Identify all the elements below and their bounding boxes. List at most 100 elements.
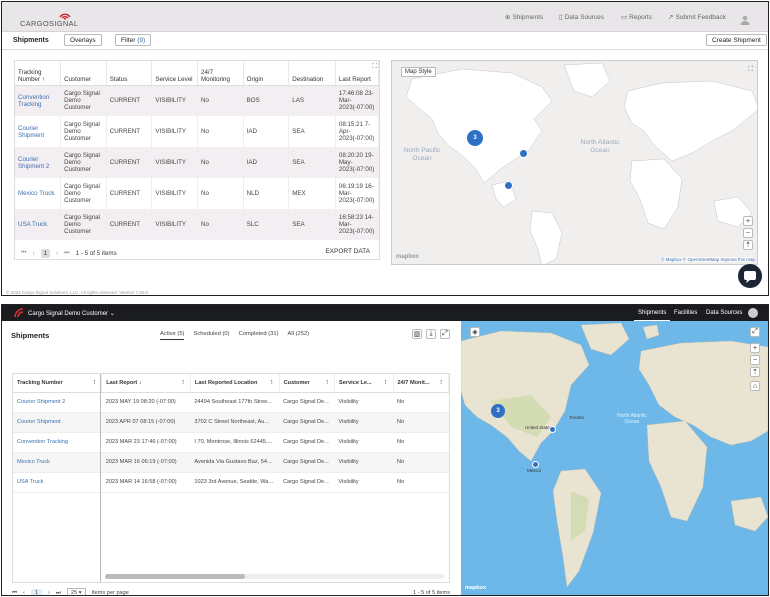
user-avatar[interactable]: [748, 308, 758, 318]
map-style-button[interactable]: Map Style: [401, 67, 436, 77]
tracking-number-link[interactable]: Convention Tracking: [13, 432, 102, 453]
layers-icon[interactable]: ◈: [470, 327, 480, 337]
col-last-report[interactable]: Last Report ↓ ⋮: [101, 374, 191, 393]
next-page-icon[interactable]: ›: [56, 250, 58, 257]
first-page-icon[interactable]: ⏮: [12, 590, 17, 596]
col-tracking-number[interactable]: Tracking Number ⋮: [13, 374, 103, 393]
column-menu-icon[interactable]: ⋮: [383, 380, 389, 386]
tab-scheduled[interactable]: Scheduled (0): [193, 331, 229, 340]
column-menu-icon[interactable]: ⋮: [180, 380, 186, 386]
tracking-number-link[interactable]: USA Truck: [13, 472, 102, 493]
zoom-out-button[interactable]: −: [750, 355, 760, 365]
page-size-select[interactable]: 25 ▾: [66, 588, 86, 595]
tab-all[interactable]: All (252): [288, 331, 310, 340]
compass-icon[interactable]: ⇡: [750, 367, 760, 377]
table-row[interactable]: Convention Tracking 2023 MAR 23 17:46 (-0…: [13, 432, 449, 453]
tracking-number-link[interactable]: Courier Shipment 2: [13, 392, 102, 413]
table-row[interactable]: Mexico Truck Cargo Signal Demo Customer CU…: [15, 178, 379, 209]
tracking-number-link[interactable]: Mexico Truck: [15, 178, 62, 209]
column-menu-icon[interactable]: ⋮: [438, 380, 444, 386]
tracking-number-link[interactable]: Convention Tracking: [15, 85, 62, 116]
overlays-button[interactable]: Overlays: [64, 34, 102, 46]
zoom-in-button[interactable]: +: [743, 216, 753, 226]
tracking-number-link[interactable]: Courier Shipment 2: [15, 147, 62, 178]
filter-button[interactable]: Filter (9): [115, 34, 152, 46]
col-status[interactable]: Status: [106, 61, 153, 86]
sort-arrow-icon[interactable]: ↓: [139, 380, 142, 386]
tracking-number-link[interactable]: Courier Shipment: [15, 116, 62, 147]
first-page-icon[interactable]: ⏮: [21, 249, 27, 257]
mapbox-logo: mapbox: [396, 254, 420, 260]
cargosignal-logo[interactable]: CARGOSIGNAL: [20, 11, 90, 29]
column-menu-icon[interactable]: ⋮: [269, 380, 275, 386]
nav-facilities[interactable]: Facilities: [674, 305, 697, 321]
columns-icon[interactable]: ▥: [412, 329, 422, 339]
map-pin-marker[interactable]: [504, 181, 513, 190]
tab-completed[interactable]: Completed (31): [239, 331, 279, 340]
table-row[interactable]: Courier Shipment 2 2023 MAY 19 08:20 (-07…: [13, 392, 449, 413]
last-page-icon[interactable]: ⏭: [64, 249, 70, 257]
nav-data-sources[interactable]: ▯ Data Sources: [559, 13, 604, 22]
user-avatar-icon[interactable]: [740, 12, 750, 25]
col-service-level[interactable]: Service Le... ⋮: [334, 374, 394, 393]
nav-submit-feedback[interactable]: ↗ Submit Feedback: [668, 13, 726, 22]
col-monitoring[interactable]: 24/7 Monitoring: [197, 61, 244, 86]
map-pin-marker[interactable]: [532, 461, 539, 468]
reset-view-icon[interactable]: ⌂: [750, 381, 760, 391]
tab-active[interactable]: Active (5): [160, 331, 185, 340]
nav-data-sources[interactable]: Data Sources: [706, 305, 742, 321]
fullscreen-icon[interactable]: ⛶: [748, 66, 753, 74]
prev-page-icon[interactable]: ‹: [23, 590, 25, 595]
chat-button[interactable]: [738, 264, 762, 288]
cargosignal-logo-icon[interactable]: [14, 308, 24, 318]
map-attribution[interactable]: © Mapbox © OpenStreetMap Improve this ma…: [661, 257, 755, 262]
table-row[interactable]: USA Truck Cargo Signal Demo Customer CURRE…: [15, 209, 379, 240]
col-last-reported-location[interactable]: Last Reported Location ⋮: [190, 374, 280, 393]
table-row[interactable]: Courier Shipment 2023 APR 07 08:15 (-07:0…: [13, 412, 449, 433]
col-destination[interactable]: Destination: [288, 61, 336, 86]
table-row[interactable]: Courier Shipment 2 Cargo Signal Demo Cust…: [15, 147, 379, 178]
tracking-number-link[interactable]: Mexico Truck: [13, 452, 102, 473]
expand-icon[interactable]: ⤢: [440, 329, 450, 339]
compass-icon[interactable]: ⇡: [743, 240, 753, 250]
page-number[interactable]: 1: [40, 248, 51, 258]
nav-shipments[interactable]: ⊕ Shipments: [505, 13, 543, 22]
col-monitoring[interactable]: 24/7 Monit... ⋮: [393, 374, 449, 393]
table-row[interactable]: Courier Shipment Cargo Signal Demo Custom…: [15, 116, 379, 147]
sort-arrow-icon[interactable]: ↑: [42, 76, 45, 83]
col-customer[interactable]: Customer ⋮: [279, 374, 336, 393]
tracking-number-link[interactable]: Courier Shipment: [13, 412, 102, 433]
column-menu-icon[interactable]: ⋮: [92, 380, 98, 386]
map-pin-marker[interactable]: [549, 426, 556, 433]
col-customer[interactable]: Customer: [60, 61, 107, 86]
tracking-number-link[interactable]: USA Truck: [15, 209, 62, 240]
last-page-icon[interactable]: ⏭: [56, 590, 61, 596]
nav-shipments[interactable]: Shipments: [634, 305, 671, 321]
zoom-out-button[interactable]: −: [743, 228, 753, 238]
nav-reports[interactable]: ▭ Reports: [621, 13, 652, 22]
table-row[interactable]: USA Truck 2023 MAR 14 16:58 (-07:00) 1023 …: [13, 472, 449, 493]
legacy-map[interactable]: Map Style ⛶ North Pacific Ocean North At…: [391, 60, 758, 265]
fullscreen-icon[interactable]: ⤢: [750, 327, 760, 337]
prev-page-icon[interactable]: ‹: [33, 250, 35, 257]
org-selector[interactable]: Cargo Signal Demo Customer ⌄: [28, 310, 115, 317]
map-cluster-marker[interactable]: 3: [491, 404, 505, 418]
map-cluster-marker[interactable]: 3: [467, 130, 483, 146]
zoom-in-button[interactable]: +: [750, 343, 760, 353]
table-row[interactable]: Mexico Truck 2023 MAR 16 06:19 (-07:00) Av…: [13, 452, 449, 473]
table-row[interactable]: Convention Tracking Cargo Signal Demo Cus…: [15, 85, 379, 116]
download-icon[interactable]: ⤓: [426, 329, 436, 339]
page-number[interactable]: 1: [30, 589, 43, 595]
col-tracking-number[interactable]: Tracking Number ↑: [15, 61, 62, 86]
col-service-level[interactable]: Service Level: [151, 61, 198, 86]
horizontal-scrollbar[interactable]: [105, 574, 445, 579]
column-menu-icon[interactable]: ⋮: [324, 380, 330, 386]
shipments-map[interactable]: ◈ ⤢ + − ⇡ ⌂ United States Toronto Mexico…: [461, 321, 768, 595]
table-cell: SEA: [288, 116, 336, 147]
map-pin-marker[interactable]: [519, 149, 528, 158]
col-origin[interactable]: Origin: [243, 61, 290, 86]
create-shipment-button[interactable]: Create Shipment: [706, 34, 767, 46]
expand-table-icon[interactable]: ⛶: [372, 63, 377, 71]
export-data-button[interactable]: EXPORT DATA: [325, 248, 370, 255]
next-page-icon[interactable]: ›: [48, 590, 50, 595]
